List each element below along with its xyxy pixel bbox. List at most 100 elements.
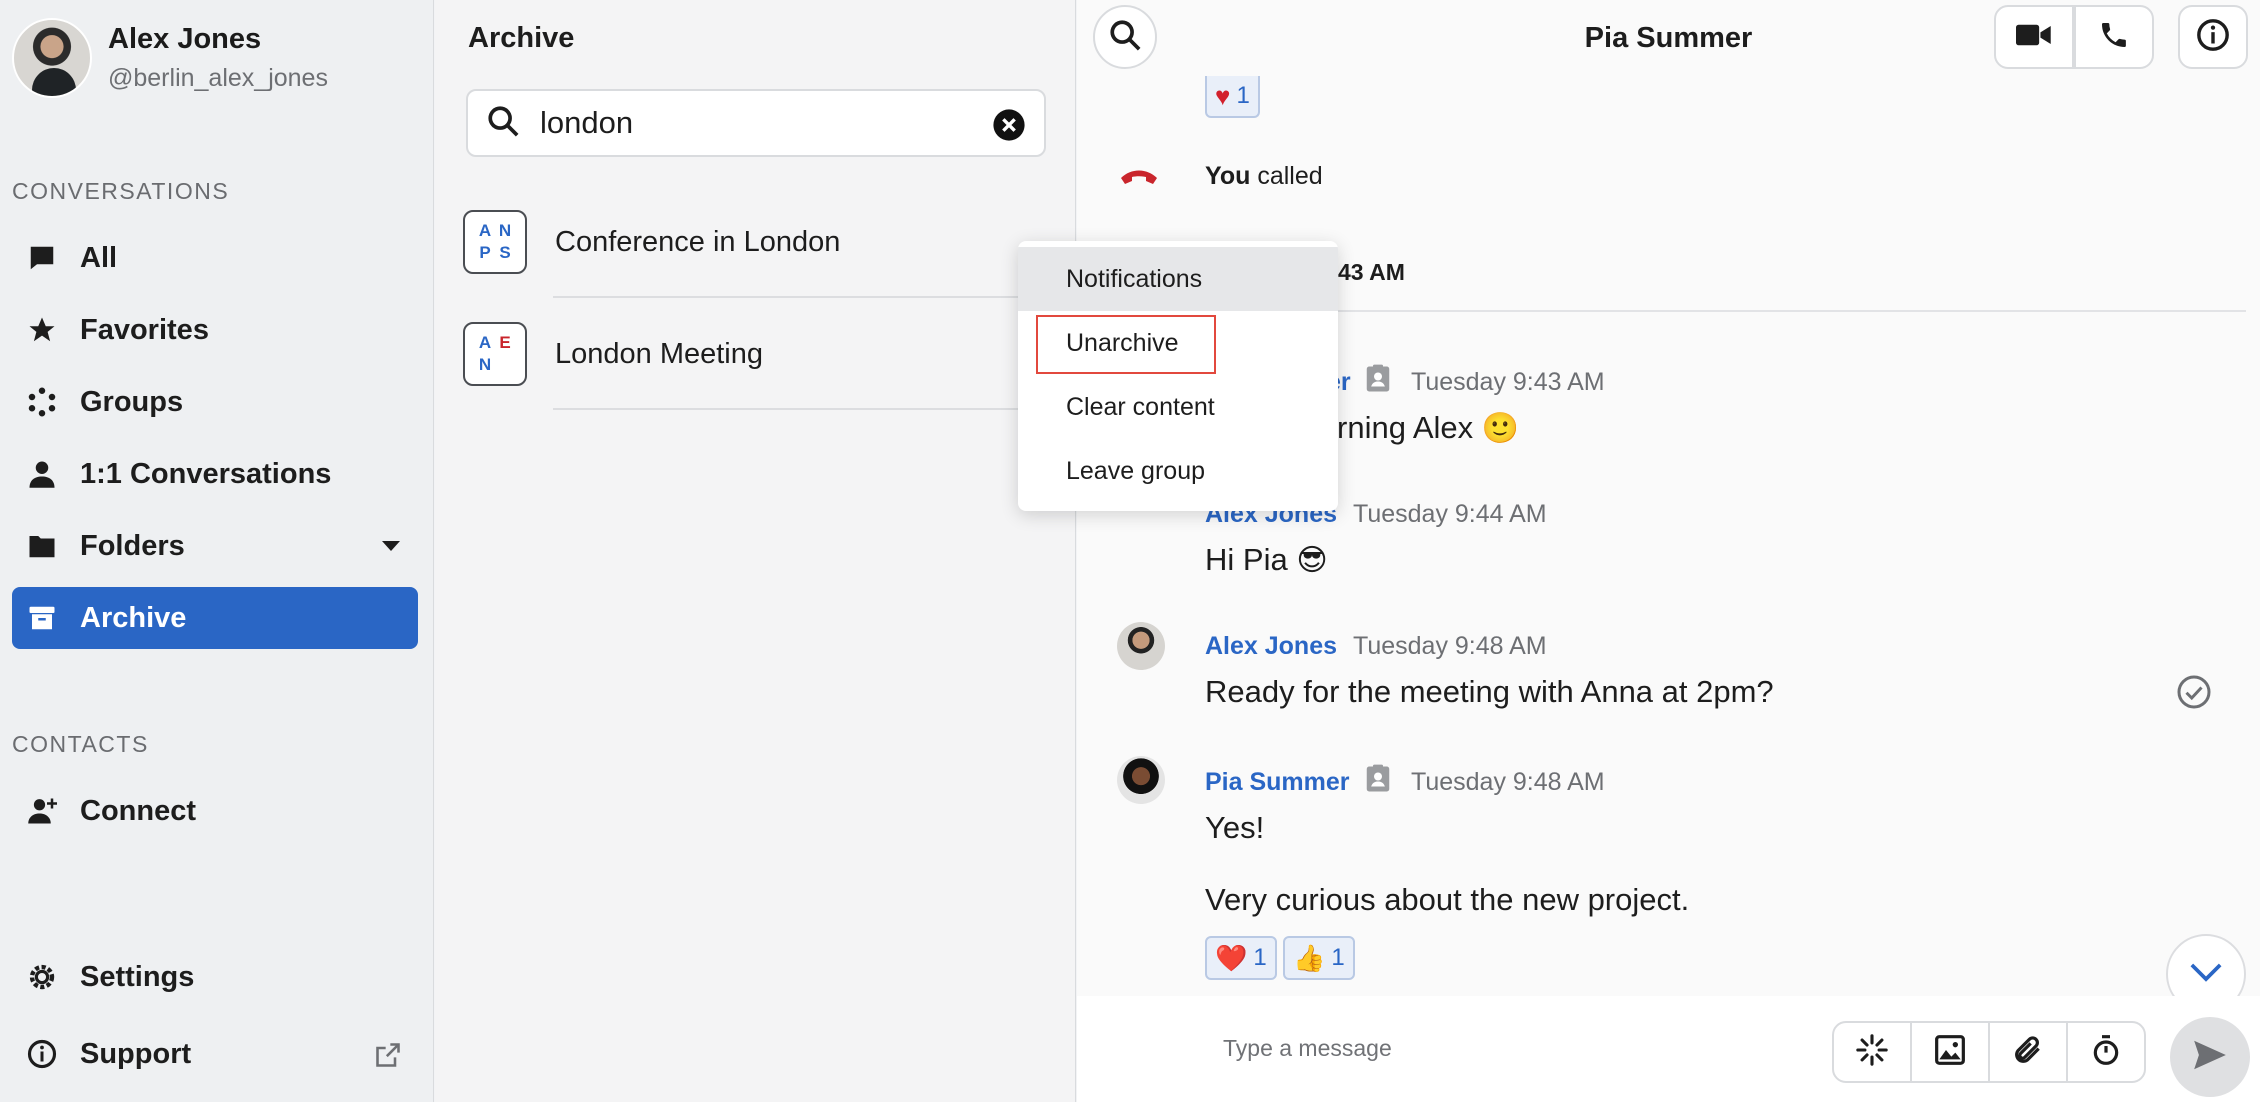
list-item-london-meeting[interactable]: A E N London Meeting bbox=[463, 298, 1075, 410]
sidebar-item-label: Support bbox=[80, 1037, 192, 1070]
avatar[interactable] bbox=[1117, 622, 1165, 670]
reaction-count: 1 bbox=[1253, 944, 1267, 971]
message-list[interactable]: ♥ 1 You called 43 AM er Tuesday 9:43 AM … bbox=[1077, 76, 2260, 996]
avatar-initial: A bbox=[478, 221, 492, 240]
avatar[interactable] bbox=[12, 18, 92, 98]
conversation-name: Conference in London bbox=[555, 225, 841, 258]
info-icon bbox=[2196, 18, 2230, 57]
message-text-content: Hi Pia bbox=[1205, 542, 1288, 577]
message-text: Hi Pia 😎 bbox=[1205, 542, 1328, 578]
sidebar-item-one-to-one[interactable]: 1:1 Conversations bbox=[12, 443, 418, 505]
profile-name: Alex Jones bbox=[108, 23, 262, 55]
gif-button[interactable] bbox=[1832, 1021, 1912, 1083]
message-timestamp: Tuesday 9:44 AM bbox=[1353, 500, 1547, 528]
message-composer bbox=[1077, 996, 2260, 1102]
timed-message-button[interactable] bbox=[2066, 1021, 2146, 1083]
group-avatar: A E N bbox=[463, 322, 527, 386]
image-icon bbox=[1934, 1034, 1966, 1071]
menu-item-leave-group[interactable]: Leave group bbox=[1018, 439, 1338, 503]
message-input[interactable] bbox=[1223, 1028, 1783, 1068]
star-icon bbox=[26, 314, 58, 346]
sidebar-item-archive[interactable]: Archive bbox=[12, 587, 418, 649]
archive-list-panel: Archive A N P S Conference in London A E… bbox=[435, 0, 1076, 1102]
chat-bubble-icon bbox=[26, 242, 58, 274]
video-camera-icon bbox=[2016, 21, 2052, 54]
reaction-heart[interactable]: ❤️ 1 bbox=[1205, 936, 1277, 980]
sparkle-icon bbox=[1855, 1033, 1889, 1072]
avatar-initial: E bbox=[499, 333, 511, 352]
missed-call-icon bbox=[1119, 164, 1159, 191]
audio-call-button[interactable] bbox=[2074, 5, 2154, 69]
message-sender[interactable]: Pia Summer bbox=[1205, 768, 1350, 797]
context-menu: Notifications Unarchive Clear content Le… bbox=[1018, 241, 1338, 511]
reaction-count: 1 bbox=[1236, 82, 1250, 109]
profile[interactable]: Alex Jones @berlin_alex_jones bbox=[12, 18, 328, 98]
message-timestamp: Tuesday 9:48 AM bbox=[1353, 632, 1547, 660]
list-item-conference-in-london[interactable]: A N P S Conference in London bbox=[463, 186, 1075, 298]
menu-item-unarchive[interactable]: Unarchive bbox=[1018, 311, 1338, 375]
menu-item-notifications[interactable]: Notifications bbox=[1018, 247, 1338, 311]
phone-icon bbox=[2098, 19, 2130, 56]
read-check-icon bbox=[2176, 674, 2212, 715]
sidebar-item-label: Connect bbox=[80, 794, 196, 827]
clear-search-icon[interactable] bbox=[992, 108, 1026, 147]
divider bbox=[1328, 310, 2246, 312]
menu-item-clear-content[interactable]: Clear content bbox=[1018, 375, 1338, 439]
send-button[interactable] bbox=[2170, 1017, 2250, 1097]
search-input[interactable] bbox=[540, 105, 980, 141]
sunglasses-emoji: 😎 bbox=[1296, 544, 1328, 577]
avatar-initial: N bbox=[498, 221, 512, 240]
date-separator: 43 AM bbox=[1338, 259, 1405, 285]
add-person-icon bbox=[26, 795, 58, 827]
chat-title-text[interactable]: Pia Summer bbox=[1585, 22, 1753, 54]
sidebar-item-favorites[interactable]: Favorites bbox=[12, 299, 418, 361]
search-box bbox=[466, 89, 1046, 157]
heart-emoji: ♥ bbox=[1215, 80, 1231, 111]
search-icon bbox=[1108, 18, 1142, 57]
sidebar-item-all[interactable]: All bbox=[12, 227, 418, 289]
sidebar-item-label: All bbox=[80, 241, 118, 274]
groups-dots-icon bbox=[26, 386, 58, 418]
chevron-down-icon[interactable] bbox=[382, 541, 400, 551]
sidebar-item-folders[interactable]: Folders bbox=[12, 515, 418, 577]
sidebar-item-label: Archive bbox=[80, 601, 187, 634]
message-text: Very curious about the new project. bbox=[1205, 882, 1690, 917]
chevron-down-icon bbox=[2189, 961, 2223, 988]
video-call-button[interactable] bbox=[1994, 5, 2074, 69]
conversation-info-button[interactable] bbox=[2178, 5, 2248, 69]
timer-icon bbox=[2090, 1034, 2122, 1071]
conversations-section-label: CONVERSATIONS bbox=[12, 178, 230, 204]
sidebar-item-support[interactable]: Support bbox=[12, 1023, 418, 1085]
contacts-section-label: CONTACTS bbox=[12, 731, 149, 757]
folder-icon bbox=[26, 530, 58, 562]
chat-header: Pia Summer bbox=[1077, 0, 2260, 76]
sidebar-item-label: 1:1 Conversations bbox=[80, 457, 332, 490]
paperclip-icon bbox=[2012, 1034, 2044, 1071]
page-title: Archive bbox=[468, 22, 575, 54]
avatar-initial: S bbox=[499, 243, 511, 262]
reaction-heart[interactable]: ♥ 1 bbox=[1205, 76, 1260, 118]
info-icon bbox=[26, 1038, 58, 1070]
sidebar-item-connect[interactable]: Connect bbox=[12, 780, 418, 842]
call-system-message: You called bbox=[1205, 162, 1323, 191]
message-sender[interactable]: Alex Jones bbox=[1205, 632, 1337, 661]
attach-file-button[interactable] bbox=[1988, 1021, 2068, 1083]
profile-handle: @berlin_alex_jones bbox=[108, 64, 328, 92]
person-icon bbox=[26, 458, 58, 490]
sidebar-item-settings[interactable]: Settings bbox=[12, 946, 418, 1008]
group-avatar: A N P S bbox=[463, 210, 527, 274]
gear-icon bbox=[26, 961, 58, 993]
archive-box-icon bbox=[26, 602, 58, 634]
contact-card-icon bbox=[1363, 364, 1393, 399]
search-messages-button[interactable] bbox=[1093, 5, 1157, 69]
avatar-initial: P bbox=[479, 243, 491, 262]
call-actor: You bbox=[1205, 162, 1251, 190]
scroll-to-bottom-button[interactable] bbox=[2166, 934, 2246, 996]
avatar[interactable] bbox=[1117, 756, 1165, 804]
message-text: Yes! bbox=[1205, 810, 1265, 845]
reaction-thumbs-up[interactable]: 👍 1 bbox=[1283, 936, 1355, 980]
chat-panel: Pia Summer ♥ 1 You called 43 AM er Tuesd… bbox=[1077, 0, 2260, 1102]
sidebar-item-groups[interactable]: Groups bbox=[12, 371, 418, 433]
image-upload-button[interactable] bbox=[1910, 1021, 1990, 1083]
sidebar-item-label: Settings bbox=[80, 960, 195, 993]
